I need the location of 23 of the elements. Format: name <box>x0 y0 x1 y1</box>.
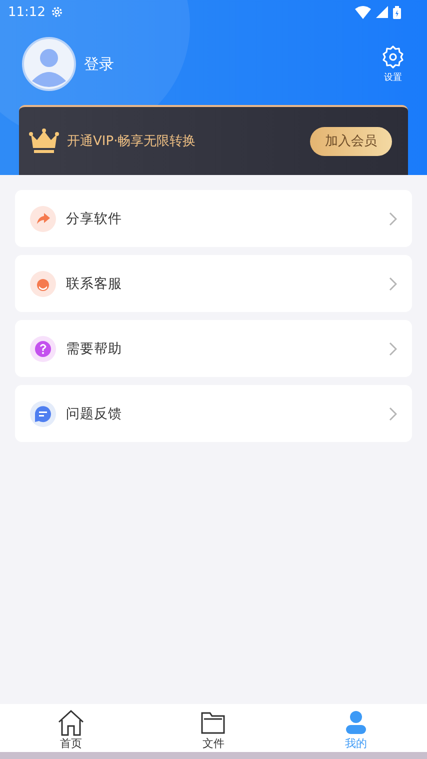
vip-promo-text: 开通VIP·畅享无限转换 <box>67 133 196 150</box>
chevron-right-icon <box>389 342 397 356</box>
join-member-button[interactable]: 加入会员 <box>310 126 392 156</box>
status-time: 11:12 <box>8 4 46 20</box>
signal-icon <box>376 6 388 18</box>
wifi-icon <box>355 6 371 18</box>
menu-item[interactable]: 分享软件 <box>15 190 412 247</box>
tab[interactable]: 文件 <box>142 704 285 752</box>
house-icon <box>57 710 86 736</box>
avatar-icon[interactable] <box>22 37 76 91</box>
battery-icon <box>393 6 401 18</box>
crown-icon <box>29 128 59 154</box>
chevron-right-icon <box>389 276 397 290</box>
chevron-right-icon <box>389 212 397 226</box>
gear-icon <box>50 5 64 19</box>
tab[interactable]: 首页 <box>0 704 142 752</box>
menu-item[interactable]: 联系客服 <box>15 255 412 312</box>
chevron-right-icon <box>389 406 397 420</box>
menu-item[interactable]: 需要帮助 <box>15 320 412 377</box>
folder-icon <box>199 710 228 736</box>
menu-item[interactable]: 问题反馈 <box>15 385 412 442</box>
share-icon <box>30 206 56 232</box>
help-icon <box>30 336 56 362</box>
